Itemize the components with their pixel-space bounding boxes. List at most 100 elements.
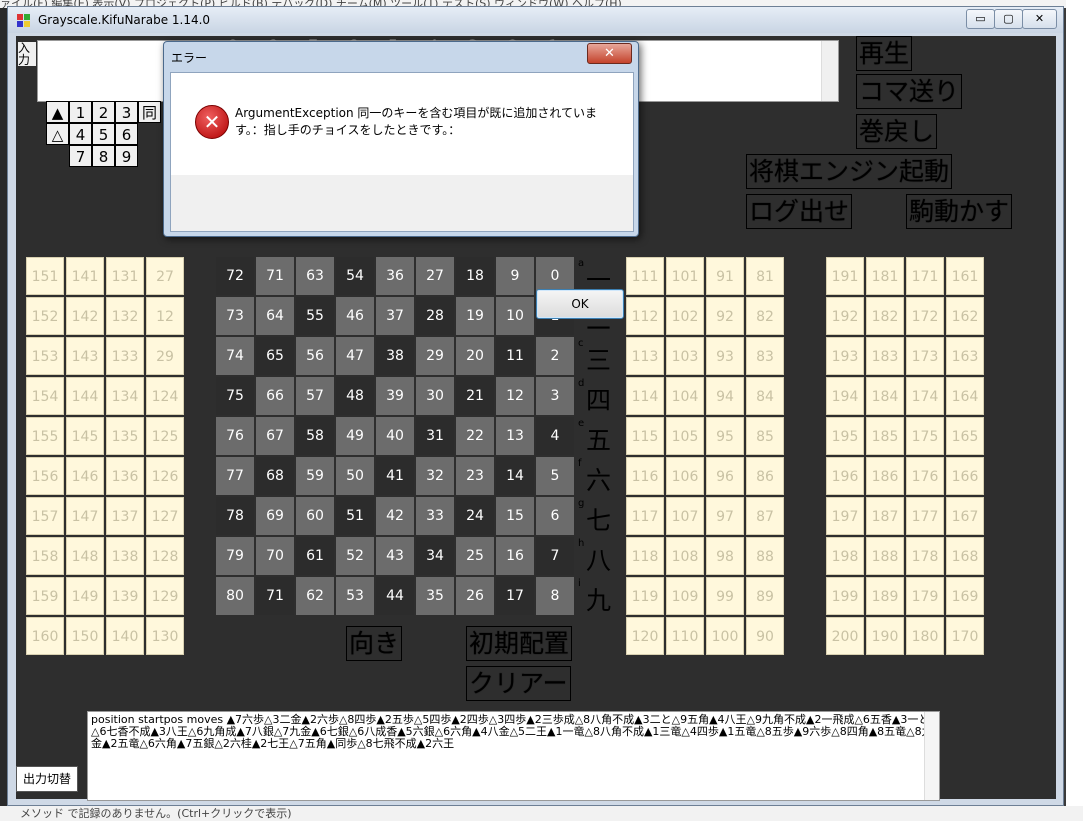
board-square[interactable]: 48 [336, 377, 374, 415]
board-square[interactable]: 34 [416, 537, 454, 575]
board-square[interactable]: 61 [296, 537, 334, 575]
hand-cell[interactable]: 126 [146, 457, 184, 495]
hand-cell[interactable]: 111 [626, 257, 664, 295]
hand-cell[interactable]: 196 [826, 457, 864, 495]
numpad-key[interactable]: 3 [115, 101, 138, 123]
hand-cell[interactable]: 104 [666, 377, 704, 415]
hand-cell[interactable]: 163 [946, 337, 984, 375]
hand-cell[interactable]: 85 [746, 417, 784, 455]
board-square[interactable]: 24 [456, 497, 494, 535]
hand-cell[interactable]: 89 [746, 577, 784, 615]
hand-cell[interactable]: 83 [746, 337, 784, 375]
hand-cell[interactable]: 164 [946, 377, 984, 415]
board-square[interactable]: 51 [336, 497, 374, 535]
hand-cell[interactable]: 12 [146, 297, 184, 335]
board-square[interactable]: 72 [216, 257, 254, 295]
hand-cell[interactable]: 94 [706, 377, 744, 415]
hand-cell[interactable]: 81 [746, 257, 784, 295]
hand-cell[interactable]: 103 [666, 337, 704, 375]
board-square[interactable]: 42 [376, 497, 414, 535]
board-square[interactable]: 58 [296, 417, 334, 455]
hand-cell[interactable]: 178 [906, 537, 944, 575]
hand-cell[interactable]: 112 [626, 297, 664, 335]
log-output-button[interactable]: ログ出せ [746, 194, 853, 229]
board-square[interactable]: 62 [296, 577, 334, 615]
hand-cell[interactable]: 91 [706, 257, 744, 295]
board-square[interactable]: 16 [496, 537, 534, 575]
hand-cell[interactable]: 129 [146, 577, 184, 615]
board-square[interactable]: 25 [456, 537, 494, 575]
hand-cell[interactable]: 177 [906, 497, 944, 535]
hand-cell[interactable]: 153 [26, 337, 64, 375]
hand-cell[interactable]: 105 [666, 417, 704, 455]
board-square[interactable]: 80 [216, 577, 254, 615]
board-square[interactable]: 53 [336, 577, 374, 615]
dialog-close-button[interactable]: ✕ [587, 43, 632, 64]
hand-cell[interactable]: 170 [946, 617, 984, 655]
hand-cell[interactable]: 92 [706, 297, 744, 335]
hand-cell[interactable]: 138 [106, 537, 144, 575]
board-square[interactable]: 67 [256, 417, 294, 455]
log-scrollbar[interactable] [924, 712, 939, 800]
board-square[interactable]: 30 [416, 377, 454, 415]
board-square[interactable]: 33 [416, 497, 454, 535]
hand-cell[interactable]: 99 [706, 577, 744, 615]
hand-cell[interactable]: 141 [66, 257, 104, 295]
hand-cell[interactable]: 192 [826, 297, 864, 335]
numpad-key[interactable]: 9 [115, 145, 138, 167]
hand-cell[interactable]: 185 [866, 417, 904, 455]
clear-button[interactable]: クリアー [466, 666, 571, 701]
hand-cell[interactable]: 135 [106, 417, 144, 455]
hand-cell[interactable]: 114 [626, 377, 664, 415]
hand-cell[interactable]: 193 [826, 337, 864, 375]
board-square[interactable]: 14 [496, 457, 534, 495]
hand-cell[interactable]: 148 [66, 537, 104, 575]
hand-cell[interactable]: 98 [706, 537, 744, 575]
board-square[interactable]: 3 [536, 377, 574, 415]
board-square[interactable]: 15 [496, 497, 534, 535]
hand-cell[interactable]: 147 [66, 497, 104, 535]
board-square[interactable]: 8 [536, 577, 574, 615]
hand-cell[interactable]: 117 [626, 497, 664, 535]
board-square[interactable]: 77 [216, 457, 254, 495]
hand-cell[interactable]: 124 [146, 377, 184, 415]
board-square[interactable]: 46 [336, 297, 374, 335]
board-square[interactable]: 64 [256, 297, 294, 335]
hand-cell[interactable]: 87 [746, 497, 784, 535]
board-square[interactable]: 66 [256, 377, 294, 415]
hand-cell[interactable]: 191 [826, 257, 864, 295]
hand-cell[interactable]: 100 [706, 617, 744, 655]
hand-cell[interactable]: 131 [106, 257, 144, 295]
hand-cell[interactable]: 155 [26, 417, 64, 455]
board-square[interactable]: 36 [376, 257, 414, 295]
board-square[interactable]: 23 [456, 457, 494, 495]
hand-cell[interactable]: 188 [866, 537, 904, 575]
hand-cell[interactable]: 190 [866, 617, 904, 655]
board-square[interactable]: 41 [376, 457, 414, 495]
hand-cell[interactable]: 144 [66, 377, 104, 415]
board-square[interactable]: 69 [256, 497, 294, 535]
hand-cell[interactable]: 143 [66, 337, 104, 375]
board-square[interactable]: 78 [216, 497, 254, 535]
board-square[interactable]: 79 [216, 537, 254, 575]
hand-cell[interactable]: 150 [66, 617, 104, 655]
hand-cell[interactable]: 154 [26, 377, 64, 415]
minimize-button[interactable]: ▭ [966, 9, 995, 29]
hand-cell[interactable]: 119 [626, 577, 664, 615]
board-square[interactable]: 57 [296, 377, 334, 415]
hand-cell[interactable]: 169 [946, 577, 984, 615]
hand-cell[interactable]: 149 [66, 577, 104, 615]
hand-cell[interactable]: 187 [866, 497, 904, 535]
hand-cell[interactable]: 199 [826, 577, 864, 615]
close-button[interactable]: ✕ [1022, 9, 1057, 29]
hand-cell[interactable]: 95 [706, 417, 744, 455]
hand-cell[interactable]: 157 [26, 497, 64, 535]
hand-cell[interactable]: 130 [146, 617, 184, 655]
hand-cell[interactable]: 179 [906, 577, 944, 615]
hand-cell[interactable]: 176 [906, 457, 944, 495]
hand-cell[interactable]: 108 [666, 537, 704, 575]
board-square[interactable]: 63 [296, 257, 334, 295]
hand-cell[interactable]: 189 [866, 577, 904, 615]
hand-cell[interactable]: 175 [906, 417, 944, 455]
numpad-key[interactable]: △ [46, 123, 69, 145]
